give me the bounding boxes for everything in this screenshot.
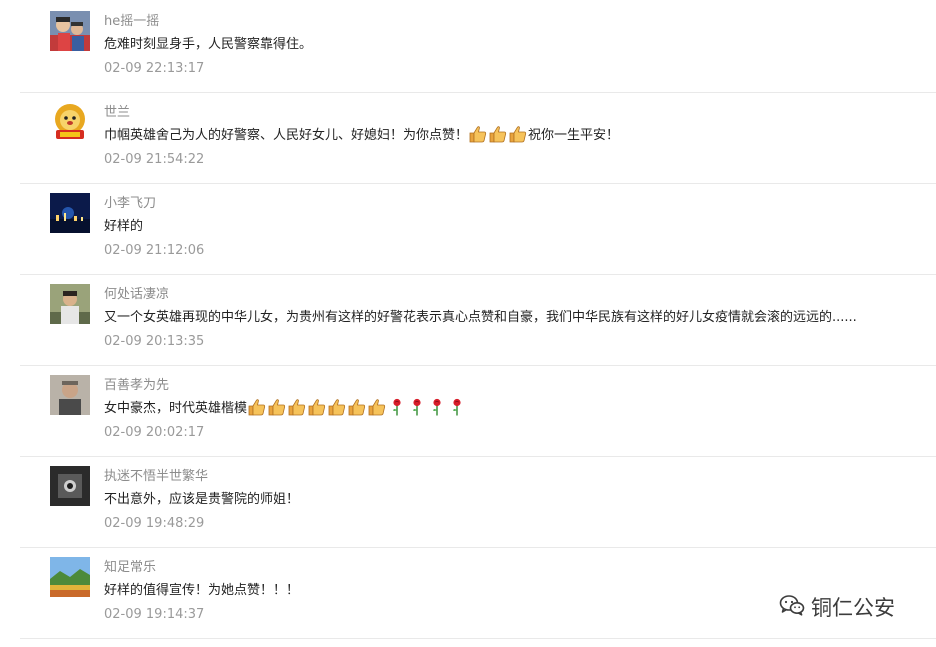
watermark-text: 铜仁公安 [811,596,895,620]
comment-item: 何处话凄凉又一个女英雄再现的中华儿女，为贵州有这样的好警花表示真心点赞和自豪，我… [20,273,936,364]
comment-item: 执迷不悟半世繁华不出意外，应该是贵警院的师姐！ 02-09 19:48:29 [20,455,936,546]
comment-text-main: 好样的值得宣传！为她点赞！！！ [104,583,300,598]
thumbs-up-icon [367,398,387,416]
comment-text-main: 不出意外，应该是贵警院的师姐！ [104,492,300,507]
avatar[interactable] [50,375,90,415]
comment-text: 不出意外，应该是贵警院的师姐！ [104,488,299,507]
comment-text: 好样的 [104,215,143,234]
wechat-icon [779,594,811,621]
commenter-name[interactable]: he摇一摇 [104,10,159,29]
avatar[interactable] [50,284,90,324]
watermark: 铜仁公安 [779,592,895,622]
thumbs-up-icon [488,125,508,143]
comment-item: 小李飞刀好样的 02-09 21:12:06 [20,182,936,273]
thumbs-up-icon [287,398,307,416]
comment-time: 02-09 19:14:37 [104,607,205,622]
comment-text: 危难时刻显身手，人民警察靠得住。 [104,33,312,52]
comment-text: 女中豪杰，时代英雄楷模 [104,397,467,416]
comment-text: 又一个女英雄再现的中华儿女，为贵州有这样的好警花表示真心点赞和自豪，我们中华民族… [104,306,857,325]
thumbs-up-icon [247,398,267,416]
comment-time: 02-09 20:02:17 [104,425,205,440]
commenter-name[interactable]: 世兰 [104,101,130,120]
comment-item: he摇一摇危难时刻显身手，人民警察靠得住。 02-09 22:13:17 [20,0,936,91]
comment-text-main: 女中豪杰，时代英雄楷模 [104,401,248,416]
commenter-name[interactable]: 知足常乐 [104,556,156,575]
comment-text-main: 巾帼英雄舍己为人的好警察、人民好女儿、好媳妇！为你点赞！ [104,128,469,143]
avatar[interactable] [50,102,90,142]
commenter-name[interactable]: 执迷不悟半世繁华 [104,465,208,484]
comment-time: 02-09 21:12:06 [104,243,205,258]
thumbs-up-icon [468,125,488,143]
comment-time: 02-09 21:54:22 [104,152,205,167]
rose-icon [407,398,427,416]
commenter-name[interactable]: 何处话凄凉 [104,283,169,302]
avatar[interactable] [50,466,90,506]
avatar[interactable] [50,557,90,597]
comment-text: 好样的值得宣传！为她点赞！！！ [104,579,299,598]
rose-icon [387,398,407,416]
thumbs-up-icon [327,398,347,416]
comment-item: 世兰巾帼英雄舍己为人的好警察、人民好女儿、好媳妇！为你点赞！ 祝你一生平安！ 02-… [20,91,936,182]
commenter-name[interactable]: 百善孝为先 [104,374,169,393]
comment-text-main: 好样的 [104,219,144,234]
comment-text-main: 又一个女英雄再现的中华儿女，为贵州有这样的好警花表示真心点赞和自豪，我们中华民族… [104,310,857,325]
thumbs-up-icon [307,398,327,416]
comment-time: 02-09 19:48:29 [104,516,205,531]
thumbs-up-icon [508,125,528,143]
comment-text-main: 危难时刻显身手，人民警察靠得住。 [104,37,313,52]
divider [20,638,936,639]
rose-icon [427,398,447,416]
thumbs-up-icon [347,398,367,416]
comment-item: 百善孝为先女中豪杰，时代英雄楷模 02-09 20:02:17 [20,364,936,455]
comment-time: 02-09 20:13:35 [104,334,205,349]
comment-time: 02-09 22:13:17 [104,61,205,76]
commenter-name[interactable]: 小李飞刀 [104,192,156,211]
rose-icon [447,398,467,416]
avatar[interactable] [50,193,90,233]
comment-text-tail: 祝你一生平安！ [528,128,620,143]
avatar[interactable] [50,11,90,51]
thumbs-up-icon [267,398,287,416]
comment-text: 巾帼英雄舍己为人的好警察、人民好女儿、好媳妇！为你点赞！ 祝你一生平安！ [104,124,619,143]
